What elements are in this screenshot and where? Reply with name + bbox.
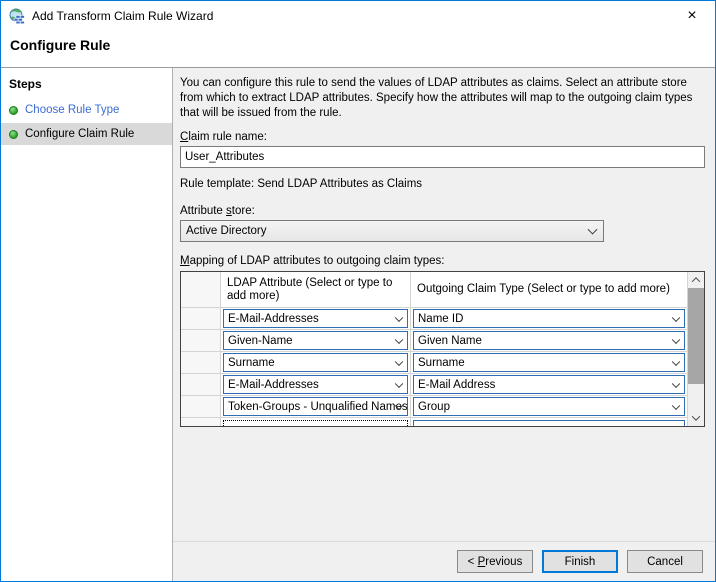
ldap-attribute-select[interactable]: E-Mail-Addresses bbox=[223, 375, 408, 394]
ldap-attribute-select[interactable]: Token-Groups - Unqualified Names bbox=[223, 397, 408, 416]
table-row: Surname Surname bbox=[181, 352, 687, 374]
wizard-window: Add Transform Claim Rule Wizard × Config… bbox=[0, 0, 716, 582]
rule-description: You can configure this rule to send the … bbox=[180, 76, 705, 121]
chevron-down-icon[interactable] bbox=[688, 410, 704, 426]
claim-rule-name-label: Claim rule name: bbox=[180, 131, 705, 143]
button-bar: < Previous Finish Cancel bbox=[173, 541, 715, 581]
outgoing-claim-select[interactable]: Surname bbox=[413, 353, 685, 372]
row-selector[interactable] bbox=[181, 374, 221, 395]
claim-rule-name-input[interactable] bbox=[180, 146, 705, 168]
table-row: E-Mail-Addresses Name ID bbox=[181, 308, 687, 330]
green-dot-icon bbox=[9, 130, 18, 139]
row-selector[interactable] bbox=[181, 418, 221, 426]
ldap-attribute-select[interactable]: Given-Name bbox=[223, 331, 408, 350]
close-icon[interactable]: × bbox=[669, 1, 715, 30]
chevron-down-icon bbox=[672, 335, 680, 343]
chevron-down-icon bbox=[672, 357, 680, 365]
titlebar: Add Transform Claim Rule Wizard × bbox=[1, 1, 715, 31]
rule-template-text: Rule template: Send LDAP Attributes as C… bbox=[180, 178, 705, 190]
table-scrollbar[interactable] bbox=[687, 272, 704, 426]
claim-column-header: Outgoing Claim Type (Select or type to a… bbox=[411, 272, 687, 307]
steps-sidebar: Steps Choose Rule Type Configure Claim R… bbox=[1, 68, 173, 581]
table-row: Token-Groups - Unqualified Names Group bbox=[181, 396, 687, 418]
scrollbar-thumb[interactable] bbox=[688, 288, 704, 384]
ldap-column-header: LDAP Attribute (Select or type to add mo… bbox=[221, 272, 411, 307]
row-selector[interactable] bbox=[181, 308, 221, 329]
step-choose-rule-type[interactable]: Choose Rule Type bbox=[1, 99, 172, 121]
chevron-down-icon bbox=[672, 379, 680, 387]
row-selector[interactable] bbox=[181, 352, 221, 373]
finish-button[interactable]: Finish bbox=[542, 550, 618, 573]
mapping-label: Mapping of LDAP attributes to outgoing c… bbox=[180, 255, 705, 267]
attribute-store-label: Attribute store: bbox=[180, 205, 705, 217]
outgoing-claim-select[interactable]: Given Name bbox=[413, 331, 685, 350]
table-header-row: LDAP Attribute (Select or type to add mo… bbox=[181, 272, 687, 308]
table-row: E-Mail-Addresses E-Mail Address bbox=[181, 374, 687, 396]
content-area: Steps Choose Rule Type Configure Claim R… bbox=[1, 67, 715, 581]
chevron-up-icon[interactable] bbox=[688, 272, 704, 288]
scrollbar-track[interactable] bbox=[688, 288, 704, 410]
outgoing-claim-select[interactable]: E-Mail Address bbox=[413, 375, 685, 394]
table-new-row bbox=[181, 418, 687, 426]
outgoing-claim-new-cell[interactable] bbox=[413, 420, 685, 426]
row-selector[interactable] bbox=[181, 396, 221, 417]
ldap-attribute-select[interactable]: Surname bbox=[223, 353, 408, 372]
chevron-down-icon bbox=[588, 225, 598, 235]
step-configure-claim-rule: Configure Claim Rule bbox=[1, 123, 172, 145]
table-row: Given-Name Given Name bbox=[181, 330, 687, 352]
main-panel: You can configure this rule to send the … bbox=[173, 68, 715, 581]
step-label: Choose Rule Type bbox=[25, 104, 119, 116]
mapping-table: LDAP Attribute (Select or type to add mo… bbox=[180, 271, 705, 427]
outgoing-claim-select[interactable]: Group bbox=[413, 397, 685, 416]
previous-button[interactable]: < Previous bbox=[457, 550, 533, 573]
attribute-store-select[interactable]: Active Directory bbox=[180, 220, 604, 242]
page-header: Configure Rule bbox=[1, 31, 715, 67]
chevron-down-icon bbox=[395, 313, 403, 321]
outgoing-claim-select[interactable]: Name ID bbox=[413, 309, 685, 328]
ldap-attribute-select[interactable]: E-Mail-Addresses bbox=[223, 309, 408, 328]
chevron-down-icon bbox=[672, 313, 680, 321]
attribute-store-value: Active Directory bbox=[186, 225, 267, 237]
mapping-table-body: LDAP Attribute (Select or type to add mo… bbox=[181, 272, 687, 426]
row-selector-header bbox=[181, 272, 221, 307]
page-title: Configure Rule bbox=[10, 37, 110, 53]
chevron-down-icon bbox=[395, 335, 403, 343]
cancel-button[interactable]: Cancel bbox=[627, 550, 703, 573]
ldap-attribute-new-cell[interactable] bbox=[223, 420, 408, 426]
window-title: Add Transform Claim Rule Wizard bbox=[32, 9, 213, 23]
green-dot-icon bbox=[9, 106, 18, 115]
chevron-down-icon bbox=[672, 401, 680, 409]
chevron-down-icon bbox=[395, 357, 403, 365]
row-selector[interactable] bbox=[181, 330, 221, 351]
chevron-down-icon bbox=[395, 379, 403, 387]
adfs-wizard-icon bbox=[9, 8, 25, 24]
step-label: Configure Claim Rule bbox=[25, 128, 134, 140]
steps-title: Steps bbox=[1, 73, 172, 97]
